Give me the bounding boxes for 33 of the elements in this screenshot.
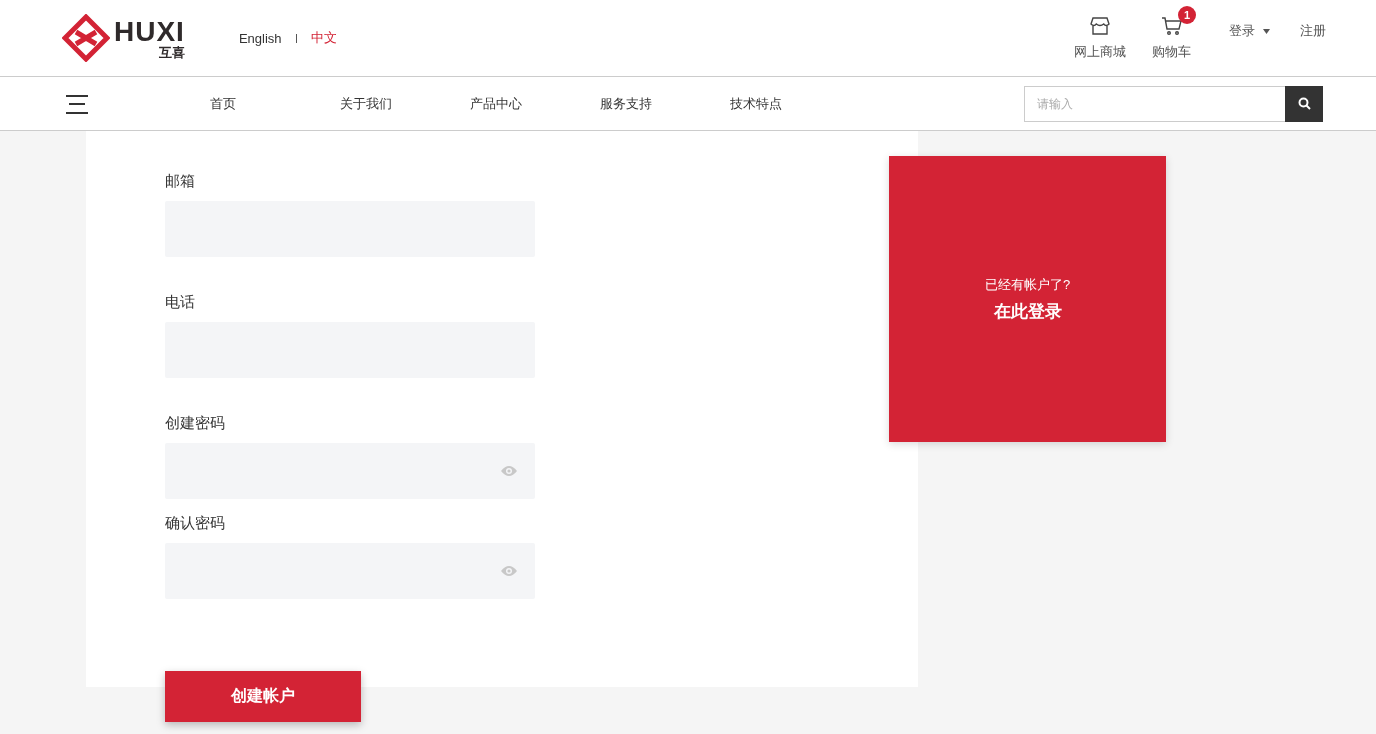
search-button[interactable] (1285, 85, 1323, 122)
login-question: 已经有帐户了? (984, 275, 1071, 294)
logo-wordmark: HUXI (114, 17, 185, 46)
field-label: 确认密码 (165, 513, 226, 533)
cart-icon (1160, 15, 1183, 37)
nav-link[interactable]: 技术特点 (730, 94, 860, 113)
storefront-icon (1089, 15, 1111, 37)
cart-count-badge: 1 (1178, 6, 1196, 24)
language-link[interactable]: 中文 (310, 29, 337, 47)
logo-mark-icon (62, 14, 110, 62)
shop-button[interactable]: 网上商城 (1074, 15, 1126, 61)
nav-link[interactable]: 产品中心 (470, 94, 600, 113)
input-field[interactable] (165, 443, 535, 499)
input-field[interactable] (165, 543, 535, 599)
field-label: 邮箱 (165, 171, 196, 191)
eye-icon[interactable] (501, 465, 517, 477)
logo-subtitle: 互喜 (158, 45, 185, 59)
eye-icon[interactable] (501, 565, 517, 577)
nav-link[interactable]: 首页 (210, 94, 340, 113)
login-dropdown[interactable]: 登录 (1229, 22, 1270, 40)
menu-icon[interactable] (66, 92, 88, 115)
search-icon (1297, 97, 1311, 110)
field-label: 电话 (165, 292, 196, 312)
search-field[interactable]: 请输入 (1024, 85, 1285, 122)
language-link[interactable]: English (238, 30, 282, 46)
register-link[interactable]: 注册 (1300, 22, 1326, 40)
nav-link[interactable]: 服务支持 (600, 94, 730, 113)
login-link[interactable]: 在此登录 (993, 299, 1062, 323)
nav-link[interactable]: 关于我们 (340, 94, 470, 113)
cart-button[interactable]: 购物车 1 (1152, 6, 1199, 61)
create-account-button[interactable]: 创建帐户 (165, 671, 361, 722)
caret-icon (1263, 28, 1270, 34)
field-label: 创建密码 (165, 413, 226, 433)
